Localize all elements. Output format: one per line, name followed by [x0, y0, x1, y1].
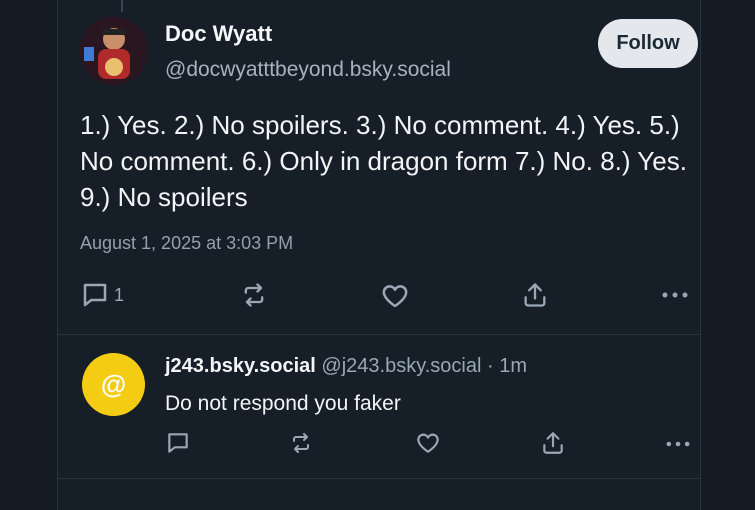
- post-timestamp: August 1, 2025 at 3:03 PM: [80, 233, 294, 253]
- like-icon: [382, 285, 408, 308]
- reply-avatar[interactable]: @: [82, 353, 145, 416]
- avatar-photo-icon: [80, 17, 148, 85]
- reply-like-button[interactable]: [415, 430, 441, 456]
- like-icon: [417, 433, 439, 453]
- repost-icon: [244, 283, 264, 307]
- like-button[interactable]: [380, 281, 410, 311]
- reply-share-button[interactable]: [540, 430, 566, 456]
- post-text: 1.) Yes. 2.) No spoilers. 3.) No comment…: [80, 110, 687, 212]
- repost-button[interactable]: [240, 281, 268, 309]
- reply-header: j243.bsky.social @j243.bsky.social · 1m: [165, 355, 527, 378]
- reply-repost-button[interactable]: [289, 431, 313, 455]
- reply-reply-button[interactable]: [165, 430, 191, 456]
- reply-icon: [83, 283, 107, 307]
- share-button[interactable]: [521, 281, 549, 309]
- post-divider: [57, 334, 700, 335]
- author-name[interactable]: Doc Wyatt: [165, 21, 272, 47]
- follow-button[interactable]: Follow: [598, 19, 698, 68]
- reply-icon: [168, 433, 188, 453]
- reply-separator: ·: [486, 355, 494, 377]
- at-sign-icon: @: [100, 369, 127, 399]
- reply-text: Do not respond you faker: [165, 392, 401, 415]
- author-handle[interactable]: @docwyatttbeyond.bsky.social: [165, 58, 451, 82]
- reply-divider: [57, 478, 700, 479]
- reply-author-handle[interactable]: @j243.bsky.social: [321, 355, 481, 377]
- reply-button[interactable]: 1: [80, 280, 124, 310]
- more-icon: [666, 441, 690, 447]
- more-icon: [662, 292, 688, 298]
- repost-icon: [293, 433, 309, 453]
- author-avatar[interactable]: [80, 17, 148, 85]
- reply-author-name[interactable]: j243.bsky.social: [165, 355, 316, 377]
- thread-connector-line: [121, 0, 123, 12]
- share-icon: [543, 432, 563, 454]
- reply-time: 1m: [499, 355, 527, 377]
- share-icon: [524, 283, 546, 307]
- reply-count: 1: [114, 284, 125, 305]
- reply-more-button[interactable]: [664, 433, 692, 455]
- more-button[interactable]: [660, 283, 690, 307]
